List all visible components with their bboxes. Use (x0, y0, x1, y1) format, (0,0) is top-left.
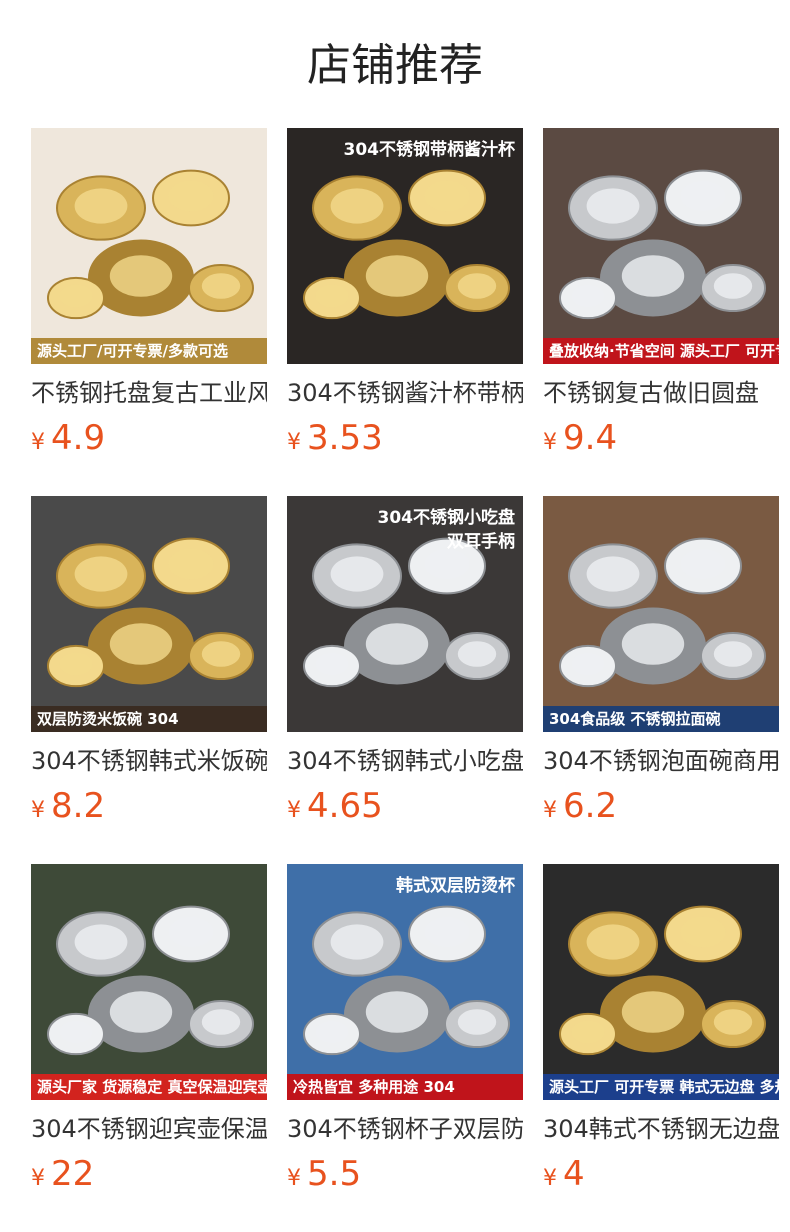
product-card[interactable]: 源头厂家 货源稳定 真空保温迎宾壶 304不锈钢迎宾壶保温 ¥22 (31, 864, 267, 1194)
price-amount: 9.4 (563, 418, 618, 458)
product-name[interactable]: 304不锈钢迎宾壶保温 (31, 1112, 267, 1146)
product-card[interactable]: 304食品级 不锈钢拉面碗 304不锈钢泡面碗商用 ¥6.2 (543, 496, 779, 826)
image-caption: 源头厂家 货源稳定 真空保温迎宾壶 (31, 1074, 267, 1100)
product-image[interactable]: 韩式双层防烫杯冷热皆宜 多种用途 304 (287, 864, 523, 1100)
product-price: ¥22 (31, 1152, 94, 1196)
currency-symbol: ¥ (287, 1166, 301, 1191)
product-name[interactable]: 304韩式不锈钢无边盘 (543, 1112, 779, 1146)
currency-symbol: ¥ (287, 430, 301, 455)
product-card[interactable]: 304不锈钢小吃盘 双耳手柄 304不锈钢韩式小吃盘 ¥4.65 (287, 496, 523, 826)
price-amount: 22 (51, 1154, 95, 1194)
product-card[interactable]: 双层防烫米饭碗 304 304不锈钢韩式米饭碗 ¥8.2 (31, 496, 267, 826)
price-amount: 8.2 (51, 786, 106, 826)
image-caption: 冷热皆宜 多种用途 304 (287, 1074, 523, 1100)
product-name[interactable]: 不锈钢复古做旧圆盘 (543, 376, 779, 410)
product-name[interactable]: 304不锈钢泡面碗商用 (543, 744, 779, 778)
product-card[interactable]: 韩式双层防烫杯冷热皆宜 多种用途 304 304不锈钢杯子双层防烫 ¥5.5 (287, 864, 523, 1194)
product-price: ¥5.5 (287, 1152, 361, 1196)
product-price: ¥9.4 (543, 416, 617, 460)
product-price: ¥3.53 (287, 416, 383, 460)
currency-symbol: ¥ (31, 430, 45, 455)
product-price: ¥8.2 (31, 784, 105, 828)
currency-symbol: ¥ (543, 430, 557, 455)
image-caption: 源头工厂/可开专票/多款可选 (31, 338, 267, 364)
product-card[interactable]: 源头工厂/可开专票/多款可选不锈钢托盘复古工业风 ¥4.9 (31, 128, 267, 458)
price-amount: 4.65 (307, 786, 383, 826)
price-amount: 3.53 (307, 418, 383, 458)
price-amount: 5.5 (307, 1154, 362, 1194)
product-name[interactable]: 304不锈钢酱汁杯带柄 (287, 376, 523, 410)
price-amount: 6.2 (563, 786, 618, 826)
product-image[interactable]: 源头工厂/可开专票/多款可选 (31, 128, 267, 364)
image-caption: 304食品级 不锈钢拉面碗 (543, 706, 779, 732)
product-image[interactable]: 源头工厂 可开专票 韩式无边盘 多规格可选 (543, 864, 779, 1100)
product-name[interactable]: 304不锈钢杯子双层防烫 (287, 1112, 523, 1146)
currency-symbol: ¥ (31, 1166, 45, 1191)
product-image[interactable]: 源头厂家 货源稳定 真空保温迎宾壶 (31, 864, 267, 1100)
product-card[interactable]: 源头工厂 可开专票 韩式无边盘 多规格可选 304韩式不锈钢无边盘 ¥4 (543, 864, 779, 1194)
product-card[interactable]: 叠放收纳·节省空间 源头工厂 可开专票不锈钢复古做旧圆盘 ¥9.4 (543, 128, 779, 458)
product-name[interactable]: 304不锈钢韩式小吃盘 (287, 744, 523, 778)
image-headline: 韩式双层防烫杯 (396, 876, 515, 896)
product-price: ¥4 (543, 1152, 585, 1196)
product-name[interactable]: 304不锈钢韩式米饭碗 (31, 744, 267, 778)
image-caption: 源头工厂 可开专票 韩式无边盘 多规格可选 (543, 1074, 779, 1100)
product-image[interactable]: 304不锈钢小吃盘 双耳手柄 (287, 496, 523, 732)
product-image[interactable]: 304不锈钢带柄酱汁杯 (287, 128, 523, 364)
product-image[interactable]: 双层防烫米饭碗 304 (31, 496, 267, 732)
currency-symbol: ¥ (31, 798, 45, 823)
currency-symbol: ¥ (543, 798, 557, 823)
image-headline: 304不锈钢带柄酱汁杯 (343, 140, 516, 160)
product-price: ¥4.65 (287, 784, 383, 828)
image-caption: 双层防烫米饭碗 304 (31, 706, 267, 732)
price-amount: 4.9 (51, 418, 106, 458)
product-card[interactable]: 304不锈钢带柄酱汁杯 304不锈钢酱汁杯带柄 ¥3.53 (287, 128, 523, 458)
image-headline: 304不锈钢小吃盘 双耳手柄 (377, 508, 516, 552)
image-caption: 叠放收纳·节省空间 源头工厂 可开专票 (543, 338, 779, 364)
product-image[interactable]: 304食品级 不锈钢拉面碗 (543, 496, 779, 732)
price-amount: 4 (563, 1154, 585, 1194)
currency-symbol: ¥ (543, 1166, 557, 1191)
page-title: 店铺推荐 (307, 40, 483, 91)
product-name[interactable]: 不锈钢托盘复古工业风 (31, 376, 267, 410)
currency-symbol: ¥ (287, 798, 301, 823)
product-price: ¥6.2 (543, 784, 617, 828)
product-image[interactable]: 叠放收纳·节省空间 源头工厂 可开专票 (543, 128, 779, 364)
product-price: ¥4.9 (31, 416, 105, 460)
